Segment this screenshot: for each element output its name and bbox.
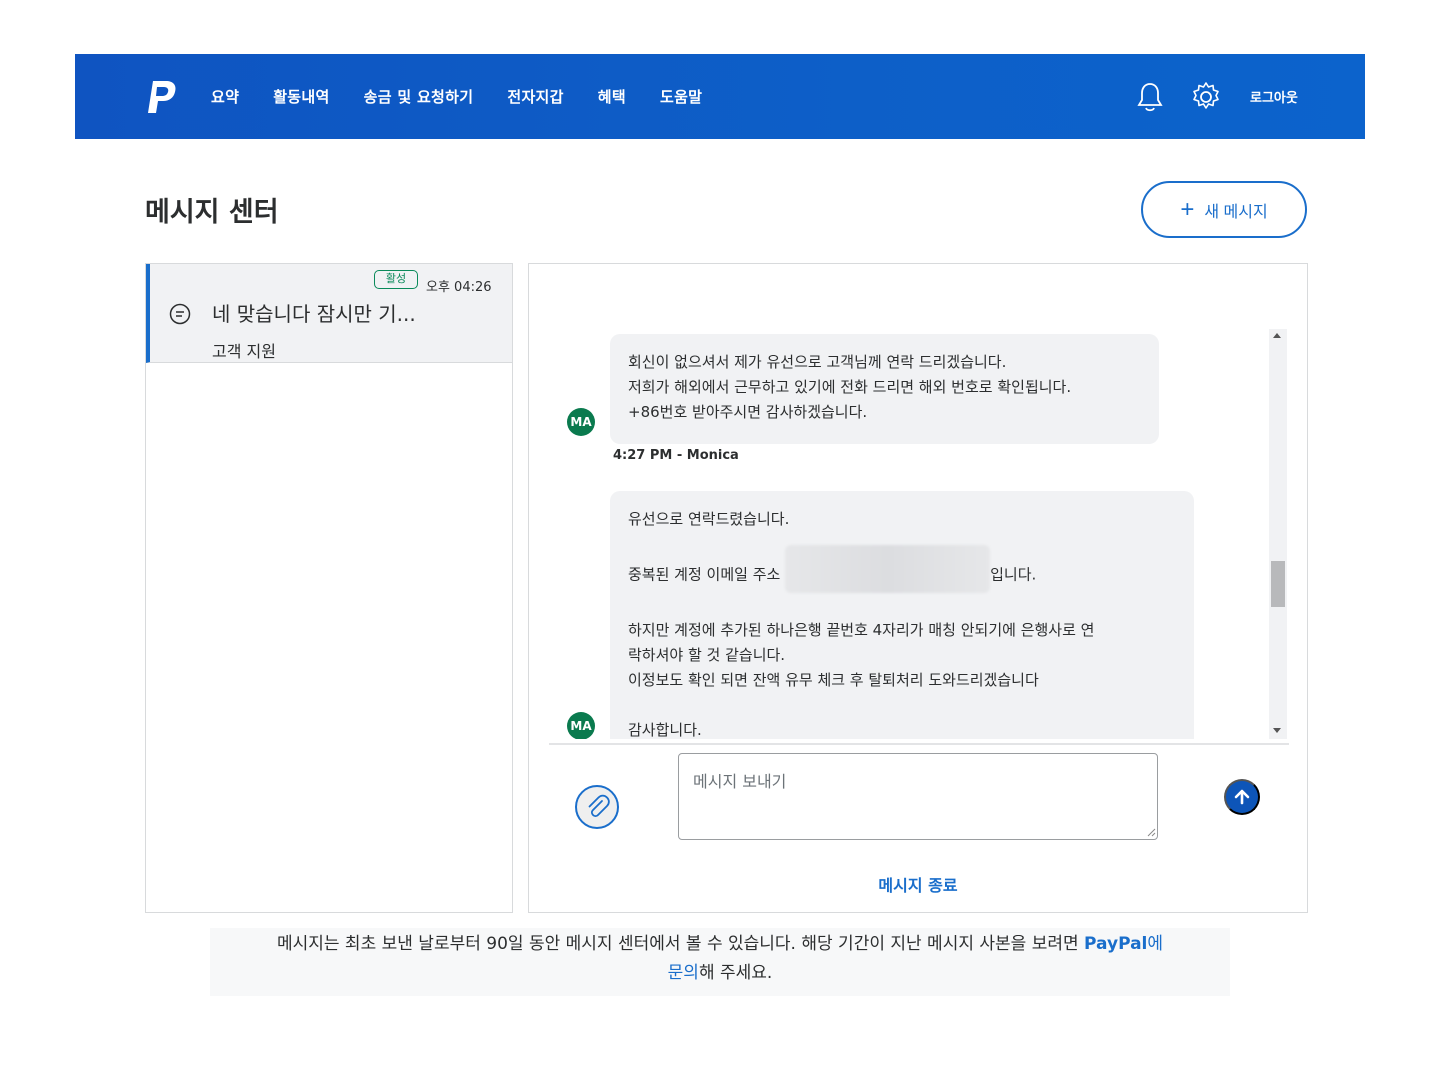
arrow-up-icon xyxy=(1234,789,1250,805)
message-line: 중복된 계정 이메일 주소 입니다. xyxy=(628,545,1176,593)
paypal-logo-icon[interactable] xyxy=(145,79,179,115)
message-line: 이정보도 확인 되면 잔액 유무 체크 후 탈퇴처리 도와드리겠습니다 xyxy=(628,671,1039,689)
redacted-email xyxy=(785,545,991,593)
conversation-item[interactable]: 활성 오후 04:26 네 맞습니다 잠시만 기... 고객 지원 xyxy=(146,264,512,363)
divider xyxy=(549,743,1289,745)
chat-bubble-icon xyxy=(169,303,191,325)
avatar: MA xyxy=(567,712,595,739)
message-line: 저희가 해외에서 근무하고 있기에 전화 드리면 해외 번호로 확인됩니다. xyxy=(628,378,1072,396)
message-line: 감사합니다. xyxy=(628,721,702,739)
message-line: +86번호 받아주시면 감사하겠습니다. xyxy=(628,403,868,421)
main-nav: 요약 활동내역 송금 및 요청하기 전자지갑 혜택 도움말 xyxy=(211,54,736,139)
bell-icon[interactable] xyxy=(1135,81,1165,113)
avatar: MA xyxy=(567,408,595,436)
conversation-subtitle: 고객 지원 xyxy=(212,342,276,361)
nav-help[interactable]: 도움말 xyxy=(660,86,702,107)
send-button[interactable] xyxy=(1224,779,1260,815)
message-line: 락하셔야 할 것 같습니다. xyxy=(628,646,786,664)
nav-summary[interactable]: 요약 xyxy=(211,86,239,107)
nav-wallet[interactable]: 전자지갑 xyxy=(507,86,563,107)
paypal-link[interactable]: PayPal xyxy=(1084,934,1147,954)
resize-grip-icon[interactable] xyxy=(1146,827,1156,837)
message-input[interactable] xyxy=(678,753,1158,840)
conversation-list: 활성 오후 04:26 네 맞습니다 잠시만 기... 고객 지원 xyxy=(145,263,513,913)
logout-link[interactable]: 로그아웃 xyxy=(1250,87,1298,106)
end-chat-link[interactable]: 메시지 종료 xyxy=(529,872,1307,896)
message-line: 유선으로 연락드렸습니다. xyxy=(628,510,790,528)
paperclip-icon xyxy=(588,794,610,818)
attach-button[interactable] xyxy=(575,785,619,829)
nav-send-request[interactable]: 송금 및 요청하기 xyxy=(364,86,474,107)
conversation-preview: 네 맞습니다 잠시만 기... xyxy=(212,302,416,326)
message-line: 회신이 없으셔서 제가 유선으로 고객님께 연락 드리겠습니다. xyxy=(628,353,1007,371)
message-bubble: 회신이 없으셔서 제가 유선으로 고객님께 연락 드리겠습니다. 저희가 해외에… xyxy=(610,334,1159,444)
new-message-button[interactable]: + 새 메시지 xyxy=(1141,181,1307,238)
new-message-label: 새 메시지 xyxy=(1204,203,1268,221)
nav-activity[interactable]: 활동내역 xyxy=(273,86,329,107)
contact-link[interactable]: 문의 xyxy=(668,963,699,983)
message-thread[interactable]: 회신이 없으셔서 제가 유선으로 고객님께 연락 드리겠습니다. 저희가 해외에… xyxy=(549,329,1289,739)
scroll-thumb[interactable] xyxy=(1271,561,1285,607)
page-title: 메시지 센터 xyxy=(145,197,279,228)
message-line: 하지만 계정에 추가된 하나은행 끝번호 4자리가 매칭 안되기에 은행사로 연 xyxy=(628,621,1095,639)
chat-panel: 회신이 없으셔서 제가 유선으로 고객님께 연락 드리겠습니다. 저희가 해외에… xyxy=(528,263,1308,913)
plus-icon: + xyxy=(1180,195,1195,223)
top-nav-bar: 요약 활동내역 송금 및 요청하기 전자지갑 혜택 도움말 로그아웃 xyxy=(75,54,1365,139)
scrollbar[interactable] xyxy=(1269,329,1287,739)
nav-offers[interactable]: 혜택 xyxy=(598,86,626,107)
message-meta: 4:27 PM - Monica xyxy=(613,448,739,463)
status-badge: 활성 xyxy=(374,270,418,289)
scroll-up-arrow-icon[interactable] xyxy=(1273,333,1281,338)
gear-icon[interactable] xyxy=(1190,81,1222,113)
message-bubble: 유선으로 연락드렸습니다. 중복된 계정 이메일 주소 입니다. 하지만 계정에… xyxy=(610,491,1194,739)
scroll-down-arrow-icon[interactable] xyxy=(1273,728,1281,733)
conversation-time: 오후 04:26 xyxy=(426,280,492,295)
footnote: 메시지는 최초 보낸 날로부터 90일 동안 메시지 센터에서 볼 수 있습니다… xyxy=(210,928,1230,996)
